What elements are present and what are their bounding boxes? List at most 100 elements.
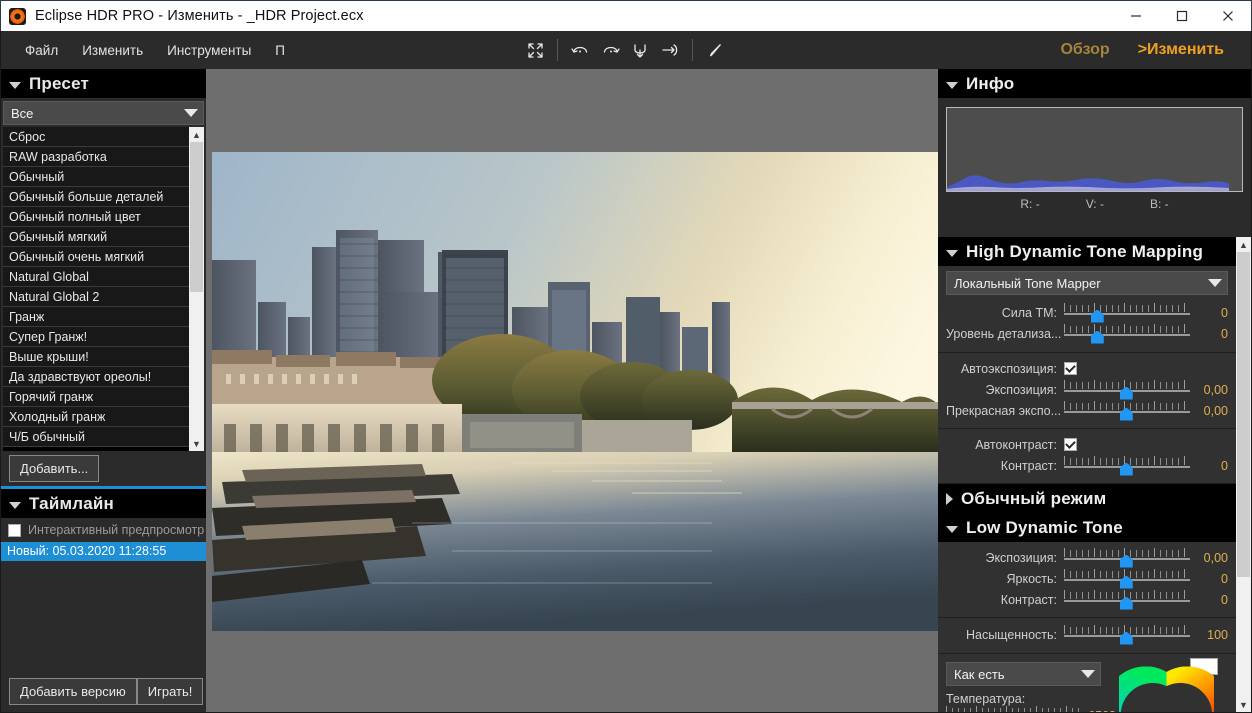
rotate-right-icon[interactable] — [595, 33, 625, 67]
preset-item[interactable]: Natural Global — [3, 267, 189, 287]
brush-icon[interactable] — [700, 33, 730, 67]
maximize-button[interactable] — [1159, 1, 1205, 31]
timeline-entry[interactable]: Новый: 05.03.2020 11:28:55 — [1, 542, 206, 561]
contrast-slider[interactable] — [1064, 455, 1190, 476]
detail-level-slider[interactable] — [1064, 323, 1190, 344]
exposure-slider[interactable] — [1064, 379, 1190, 400]
preset-panel-title: Пресет — [29, 73, 90, 93]
preset-item[interactable]: Обычный больше деталей — [3, 187, 189, 207]
scroll-up-icon[interactable]: ▲ — [189, 127, 204, 142]
preset-list[interactable]: Сброс RAW разработка Обычный Обычный больше… — [3, 127, 189, 451]
saturation-slider[interactable] — [1064, 624, 1190, 645]
image-canvas[interactable] — [206, 69, 938, 712]
preset-item[interactable]: Natural Global 2 — [3, 287, 189, 307]
preset-item[interactable]: Да здравствуют ореолы! — [3, 367, 189, 387]
play-button[interactable]: Играть! — [136, 677, 204, 705]
preset-section-header[interactable]: Пресет — [1, 69, 206, 98]
collapse-triangle-icon — [946, 249, 958, 257]
preset-item[interactable]: Обычный очень мягкий — [3, 247, 189, 267]
auto-exposure-checkbox[interactable] — [1064, 362, 1077, 375]
timeline-section-header[interactable]: Таймлайн — [1, 489, 206, 518]
flip-vertical-icon[interactable] — [625, 33, 655, 67]
menu-item-tools[interactable]: Инструменты — [155, 31, 263, 69]
collapse-triangle-icon — [946, 81, 958, 89]
color-mode-select[interactable]: Как есть — [946, 662, 1101, 686]
slider-value: 0 — [1221, 305, 1228, 320]
tm-strength-slider[interactable] — [1064, 302, 1190, 323]
scroll-thumb[interactable] — [1237, 252, 1250, 577]
menu-item-file[interactable]: Файл — [13, 31, 70, 69]
color-group: Как есть Температура: 6503 — [938, 654, 1236, 712]
auto-exposure-row[interactable]: Автоэкспозиция: — [946, 358, 1228, 379]
settings-scrollbar[interactable]: ▲ ▼ — [1236, 237, 1251, 712]
menu-item-help[interactable]: П — [263, 31, 297, 69]
slider-track — [1064, 312, 1190, 315]
expand-triangle-icon — [946, 492, 953, 505]
preset-item[interactable]: Ч/Б обычный — [3, 427, 189, 447]
scroll-track[interactable] — [189, 142, 204, 436]
histogram — [946, 107, 1243, 192]
temperature-slider[interactable] — [946, 706, 1081, 712]
preset-list-container: Сброс RAW разработка Обычный Обычный больше… — [3, 127, 204, 451]
brightness-slider[interactable] — [1064, 568, 1190, 589]
hdr-panel-title: High Dynamic Tone Mapping — [966, 241, 1204, 261]
ldt-section-header[interactable]: Low Dynamic Tone — [938, 513, 1236, 542]
slider-label: Прекрасная экспо... — [946, 403, 1061, 418]
scroll-up-icon[interactable]: ▲ — [1236, 237, 1251, 252]
preview-image[interactable] — [212, 152, 938, 631]
info-section-header[interactable]: Инфо — [938, 69, 1251, 98]
normal-mode-section-header[interactable]: Обычный режим — [938, 484, 1236, 513]
interactive-preview-row[interactable]: Интерактивный предпросмотр — [1, 518, 206, 542]
menu-item-edit[interactable]: Изменить — [70, 31, 155, 69]
saturation-group: Насыщенность: 100 — [938, 618, 1236, 654]
preset-item[interactable]: RAW разработка — [3, 147, 189, 167]
preset-item[interactable]: Сброс — [3, 127, 189, 147]
ldt-group: Экспозиция: 0,00 Яркость: 0 Контраст: 0 — [938, 542, 1236, 618]
tone-mapper-select[interactable]: Локальный Tone Mapper — [946, 271, 1228, 295]
slider-value: 100 — [1207, 627, 1228, 642]
preset-item[interactable]: Гранж — [3, 307, 189, 327]
interactive-preview-checkbox[interactable] — [8, 523, 21, 537]
color-mode-value: Как есть — [954, 666, 1005, 682]
preset-filter-select[interactable]: Все — [3, 101, 204, 125]
timeline-list[interactable]: Новый: 05.03.2020 11:28:55 — [1, 542, 206, 561]
preset-item[interactable]: Обычный — [3, 167, 189, 187]
color-wheel[interactable] — [1104, 666, 1229, 712]
hdr-section-header[interactable]: High Dynamic Tone Mapping — [938, 237, 1236, 266]
fit-to-screen-icon[interactable] — [520, 33, 550, 67]
tab-browse[interactable]: Обзор — [1046, 31, 1123, 69]
preset-item[interactable]: Супер Гранж! — [3, 327, 189, 347]
preset-item[interactable]: Выше крыши! — [3, 347, 189, 367]
slider-row-fine-exposure: Прекрасная экспо... 0,00 — [946, 400, 1228, 421]
collapse-triangle-icon — [9, 501, 21, 509]
left-panel: Пресет Все Сброс RAW разработка Обычный Обы… — [1, 69, 206, 712]
tab-edit[interactable]: >Изменить — [1124, 31, 1238, 69]
preset-item[interactable]: Обычный полный цвет — [3, 207, 189, 227]
preset-item[interactable]: Горячий гранж — [3, 387, 189, 407]
slider-label: Контраст: — [1000, 458, 1057, 473]
rotate-left-icon[interactable] — [565, 33, 595, 67]
ldt-exposure-slider[interactable] — [1064, 547, 1190, 568]
add-preset-button[interactable]: Добавить... — [9, 454, 100, 482]
settings-content: High Dynamic Tone Mapping Локальный Tone… — [938, 237, 1236, 712]
info-panel-title: Инфо — [966, 73, 1015, 93]
ldt-contrast-slider[interactable] — [1064, 589, 1190, 610]
auto-contrast-row[interactable]: Автоконтраст: — [946, 434, 1228, 455]
flip-horizontal-icon[interactable] — [655, 33, 685, 67]
close-button[interactable] — [1205, 1, 1251, 31]
scroll-down-icon[interactable]: ▼ — [189, 436, 204, 451]
scroll-down-icon[interactable]: ▼ — [1236, 697, 1251, 712]
preset-item[interactable]: Холодный гранж — [3, 407, 189, 427]
preset-item[interactable]: Обычный мягкий — [3, 227, 189, 247]
preset-list-scrollbar[interactable]: ▲ ▼ — [189, 127, 204, 451]
minimize-button[interactable] — [1113, 1, 1159, 31]
auto-contrast-checkbox[interactable] — [1064, 438, 1077, 451]
add-version-button[interactable]: Добавить версию — [9, 677, 137, 705]
scroll-track[interactable] — [1236, 252, 1251, 697]
fine-exposure-slider[interactable] — [1064, 400, 1190, 421]
slider-row-ldt-exposure: Экспозиция: 0,00 — [946, 547, 1228, 568]
temperature-value: 6503 — [1088, 709, 1116, 712]
info-body: R: - V: - B: - — [938, 98, 1251, 218]
slider-row-saturation: Насыщенность: 100 — [946, 624, 1228, 645]
scroll-thumb[interactable] — [190, 142, 203, 292]
